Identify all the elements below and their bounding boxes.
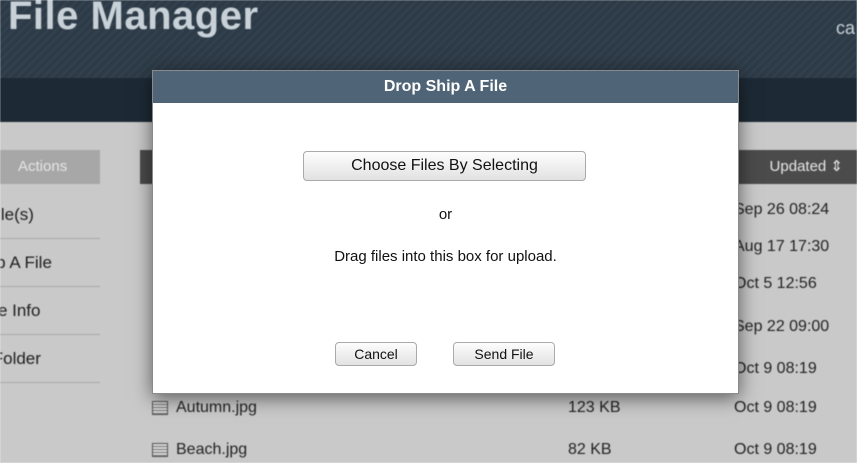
sidebar-item-file-info[interactable]: File Info xyxy=(0,288,100,335)
sidebar-item-new-files[interactable]: New File(s) xyxy=(0,192,100,239)
drop-ship-dialog: Drop Ship A File Choose Files By Selecti… xyxy=(152,70,739,394)
cancel-button[interactable]: Cancel xyxy=(335,342,417,366)
file-name: Autumn.jpg xyxy=(176,399,257,416)
date-cell: Oct 9 08:19 xyxy=(734,360,817,377)
dialog-title: Drop Ship A File xyxy=(153,71,738,103)
drag-drop-hint[interactable]: Drag files into this box for upload. xyxy=(153,248,738,265)
table-row[interactable]: Beach.jpg 82 KB Oct 9 08:19 xyxy=(140,434,857,463)
file-size: 82 KB xyxy=(568,441,612,458)
sidebar-item-label: File Info xyxy=(0,301,41,320)
date-cell: Oct 5 12:56 xyxy=(734,275,817,292)
date-cell: Sep 26 08:24 xyxy=(734,201,830,218)
sidebar-heading-label: Actions xyxy=(18,158,68,175)
app-title: File Manager xyxy=(8,0,259,38)
sidebar-heading: Actions xyxy=(0,150,100,184)
file-updated: Oct 9 08:19 xyxy=(734,399,817,416)
date-cell: Aug 17 17:30 xyxy=(734,238,830,255)
image-file-icon xyxy=(152,401,168,415)
sidebar-item-new-folder[interactable]: New Folder xyxy=(0,336,100,383)
sidebar-item-label: New File(s) xyxy=(0,205,34,224)
sidebar-item-label: Drop Ship A File xyxy=(0,253,52,272)
file-updated: Oct 9 08:19 xyxy=(734,441,817,458)
choose-files-button[interactable]: Choose Files By Selecting xyxy=(303,151,586,181)
table-row[interactable]: Autumn.jpg 123 KB Oct 9 08:19 xyxy=(140,392,857,424)
or-separator-text: or xyxy=(438,206,453,223)
sidebar-item-label: New Folder xyxy=(0,349,41,368)
file-manager-window: File Manager ca Actions New File(s) Drop… xyxy=(0,0,857,463)
file-name: Beach.jpg xyxy=(176,441,248,458)
date-cell: Sep 22 09:00 xyxy=(734,318,830,335)
sidebar-item-drop-ship[interactable]: Drop Ship A File xyxy=(0,240,100,287)
column-header-updated[interactable]: Updated ⇕ xyxy=(770,150,843,184)
file-size: 123 KB xyxy=(568,399,621,416)
header-user-text[interactable]: ca xyxy=(836,18,855,39)
image-file-icon xyxy=(152,443,168,457)
app-header: File Manager ca xyxy=(0,0,857,78)
send-file-button[interactable]: Send File xyxy=(453,342,555,366)
